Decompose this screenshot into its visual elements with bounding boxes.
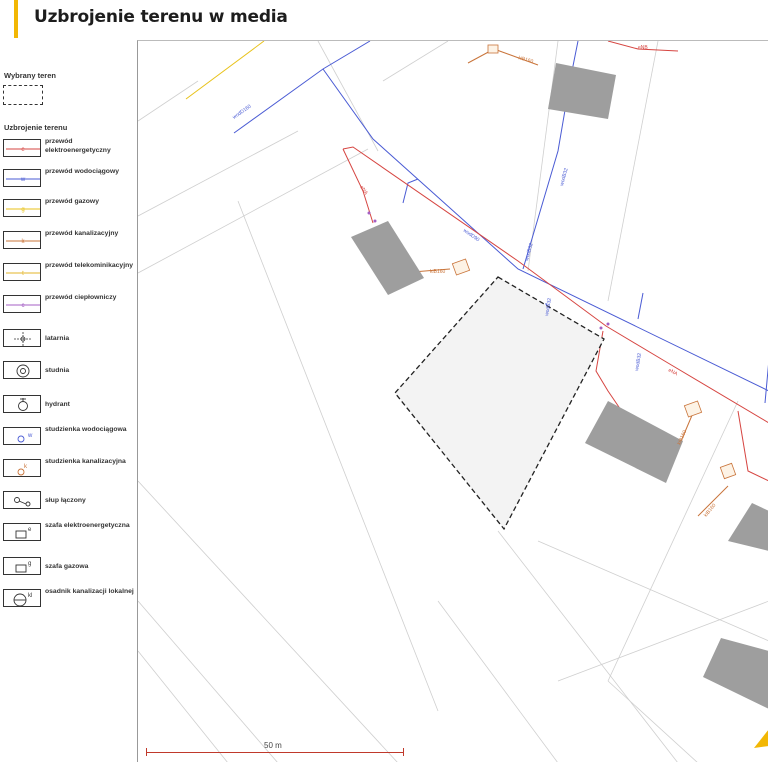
electric-line-branch-3 bbox=[737, 410, 768, 482]
legend-item-electric-line: e przewód elektroenergetyczny bbox=[3, 137, 135, 161]
water-branch-4 bbox=[637, 292, 644, 320]
legend-label: latarnia bbox=[45, 335, 70, 342]
legend-label: osadnik kanalizacji lokalnej bbox=[45, 588, 134, 595]
telecom-line-swatch: t bbox=[3, 263, 41, 281]
legend-label: przewód wodociągowy bbox=[45, 168, 120, 175]
legend-label: słup łączony bbox=[45, 497, 86, 504]
legend-label: hydrant bbox=[45, 401, 70, 408]
water-symbol: w bbox=[20, 177, 26, 183]
label-water4: wodB32 bbox=[524, 242, 535, 261]
selected-parcel bbox=[394, 276, 605, 531]
septic-tank-icon: kl bbox=[3, 589, 41, 607]
water-manhole-icon: w bbox=[3, 427, 41, 445]
legend-label: przewód telekominikacyjny bbox=[45, 262, 134, 269]
gas-symbol: g bbox=[21, 207, 24, 213]
heating-symbol: c bbox=[22, 303, 25, 309]
scale-bar: 50 m bbox=[146, 741, 406, 757]
legend-label: studzienka kanalizacyjna bbox=[45, 458, 126, 465]
gas-line bbox=[185, 41, 265, 100]
selected-area-swatch bbox=[3, 85, 43, 105]
label-water3: wodB32 bbox=[559, 167, 570, 186]
map-canvas: wodD160 wodD90 wodB32 wodB32 wodB32 wodB… bbox=[138, 41, 768, 762]
legend-label: przewód gazowy bbox=[45, 198, 100, 205]
label-water2: wodD90 bbox=[462, 228, 481, 244]
electric-symbol: e bbox=[21, 147, 25, 153]
legend-utilities-heading: Uzbrojenie terenu bbox=[4, 123, 68, 132]
label-elec3: eNB bbox=[638, 45, 648, 51]
label-sewer3: kiB160 bbox=[676, 429, 688, 446]
legend-label: przewód ciepłowniczy bbox=[45, 294, 117, 301]
map-view[interactable]: wodD160 wodD90 wodB32 wodB32 wodB32 wodB… bbox=[137, 40, 768, 762]
legend-item-water-manhole: w studzienka wodociągowa bbox=[3, 425, 135, 449]
well-icon bbox=[3, 361, 41, 379]
label-sewer2: kiB160 bbox=[430, 269, 446, 275]
electric-cabinet-icon: e bbox=[3, 523, 41, 541]
scale-label: 50 m bbox=[264, 741, 282, 750]
lamp-icon bbox=[3, 329, 41, 347]
legend-selected-heading: Wybrany teren bbox=[4, 71, 56, 80]
legend-item-sewer-line: k przewód kanalizacyjny bbox=[3, 229, 135, 253]
legend-label: szafa elektroenergetyczna bbox=[45, 522, 130, 529]
label-water1: wodD160 bbox=[232, 103, 253, 120]
legend-label: szafa gazowa bbox=[45, 563, 89, 570]
gas-cabinet-icon: g bbox=[3, 557, 41, 575]
septic-tank-symbol: kl bbox=[28, 593, 32, 599]
label-elec1: eNA bbox=[358, 185, 369, 197]
telecom-symbol: t bbox=[22, 271, 24, 277]
pole-icon bbox=[3, 491, 41, 509]
legend-label: studzienka wodociągowa bbox=[45, 426, 127, 433]
legend-item-lamp: latarnia bbox=[3, 327, 135, 351]
sewer-line-swatch: k bbox=[3, 231, 41, 249]
sewer-manhole-symbol: k bbox=[24, 464, 28, 470]
page-title: Uzbrojenie terenu w media bbox=[34, 7, 288, 27]
header: Uzbrojenie terenu w media bbox=[0, 0, 768, 40]
gas-line-swatch: g bbox=[3, 199, 41, 217]
label-water6: wodB32 bbox=[634, 352, 643, 371]
sewer-manhole-icon: k bbox=[3, 459, 41, 477]
heating-line-swatch: c bbox=[3, 295, 41, 313]
gas-cabinet-symbol: g bbox=[28, 561, 31, 567]
legend-label: studnia bbox=[45, 367, 70, 374]
electric-line-swatch: e bbox=[3, 139, 41, 157]
water-main-upper bbox=[233, 41, 371, 134]
north-arrow-icon bbox=[754, 730, 768, 748]
legend-item-well: studnia bbox=[3, 359, 135, 383]
legend-label: przewód elektroenergetyczny bbox=[45, 138, 111, 154]
scale-line bbox=[146, 752, 404, 753]
legend-item-heating-line: c przewód ciepłowniczy bbox=[3, 293, 135, 317]
legend-item-telecom-line: t przewód telekominikacyjny bbox=[3, 261, 135, 285]
hydrant-icon bbox=[3, 395, 41, 413]
legend-item-electric-cabinet: e szafa elektroenergetyczna bbox=[3, 521, 135, 545]
electric-cabinet-symbol: e bbox=[28, 527, 32, 533]
legend-item-water-line: w przewód wodociągowy bbox=[3, 167, 135, 191]
legend-item-gas-line: g przewód gazowy bbox=[3, 197, 135, 221]
scale-tick-left bbox=[146, 748, 147, 756]
label-sewer4: kiB160 bbox=[703, 503, 718, 519]
legend-item-gas-cabinet: g szafa gazowa bbox=[3, 555, 135, 579]
legend-item-hydrant: hydrant bbox=[3, 393, 135, 417]
accent-bar bbox=[14, 0, 18, 38]
legend-label: przewód kanalizacyjny bbox=[45, 230, 119, 237]
water-manhole-symbol: w bbox=[27, 433, 33, 439]
legend-item-pole: słup łączony bbox=[3, 489, 135, 513]
label-sewer1: kiB160 bbox=[517, 55, 534, 65]
scale-tick-right bbox=[403, 748, 404, 756]
legend-item-sewer-manhole: k studzienka kanalizacyjna bbox=[3, 457, 135, 481]
water-line-swatch: w bbox=[3, 169, 41, 187]
legend-item-septic-tank: kl osadnik kanalizacji lokalnej bbox=[3, 587, 135, 611]
sewer-symbol: k bbox=[22, 239, 26, 245]
